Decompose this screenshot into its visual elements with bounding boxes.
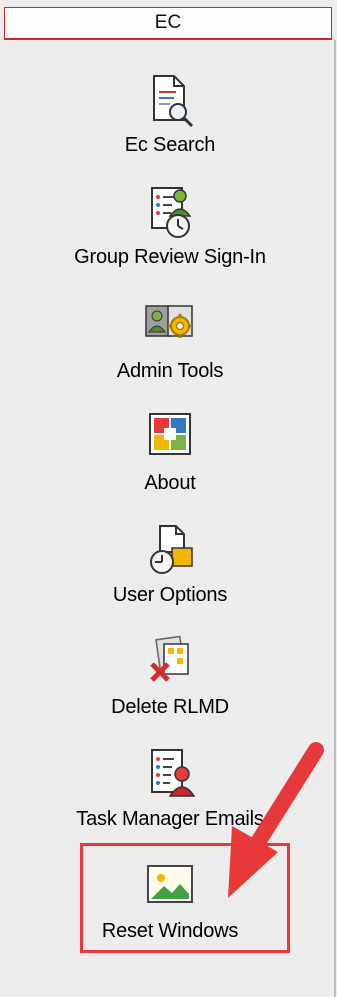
ec-search-button[interactable]: Ec Search bbox=[12, 72, 328, 172]
ec-panel: EC Ec Search Group Review Sign-In Admin … bbox=[0, 0, 337, 997]
colored-windows-icon bbox=[149, 413, 191, 455]
user-options-label: User Options bbox=[112, 584, 228, 606]
delete-rlmd-label: Delete RLMD bbox=[111, 696, 229, 718]
task-list-user-icon bbox=[151, 749, 196, 797]
admin-tools-button[interactable]: Admin Tools bbox=[12, 298, 328, 398]
delete-document-icon bbox=[150, 635, 189, 682]
group-review-sign-in-label: Group Review Sign-In bbox=[74, 246, 266, 268]
admin-gear-icon bbox=[145, 305, 193, 338]
document-clock-icon bbox=[150, 525, 193, 574]
task-manager-emails-button[interactable]: Task Manager Emails bbox=[12, 746, 328, 846]
admin-tools-label: Admin Tools bbox=[116, 360, 224, 382]
ec-search-label: Ec Search bbox=[124, 134, 216, 156]
panel-header[interactable]: EC bbox=[4, 7, 332, 40]
delete-rlmd-button[interactable]: Delete RLMD bbox=[12, 634, 328, 734]
about-button[interactable]: About bbox=[12, 410, 328, 510]
document-search-icon bbox=[153, 75, 194, 128]
about-label: About bbox=[144, 472, 196, 494]
user-list-clock-icon bbox=[151, 187, 192, 238]
reset-windows-highlight-box bbox=[80, 843, 290, 953]
panel-divider bbox=[334, 40, 336, 997]
panel-title: EC bbox=[154, 12, 182, 33]
user-options-button[interactable]: User Options bbox=[12, 522, 328, 622]
task-manager-emails-label: Task Manager Emails bbox=[76, 808, 264, 830]
group-review-sign-in-button[interactable]: Group Review Sign-In bbox=[12, 184, 328, 284]
